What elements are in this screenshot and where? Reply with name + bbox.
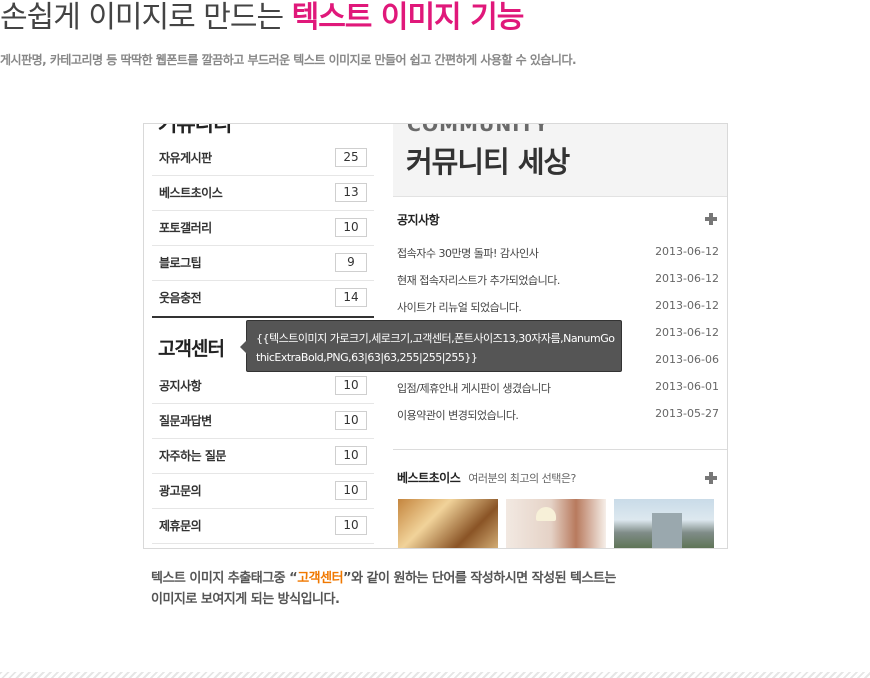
caption-part1: 텍스트 이미지 추출태그중 “ — [151, 571, 298, 586]
sidebar-item-label: 공지사항 — [159, 379, 202, 393]
notice-item-date: 2013-06-12 — [655, 245, 719, 258]
plus-icon[interactable] — [705, 472, 717, 484]
sidebar-item[interactable]: 공지사항 10 — [152, 369, 374, 404]
notice-item-date: 2013-06-12 — [655, 299, 719, 312]
notice-item-date: 2013-06-06 — [655, 353, 719, 366]
community-hero: COMMUNITY 커뮤니티 세상 — [393, 124, 727, 197]
sidebar-community-title: 커뮤니티 — [158, 123, 232, 136]
sidebar-item-label: 블로그팁 — [159, 256, 202, 270]
best-choice-subtitle: 여러분의 최고의 선택은? — [468, 472, 576, 485]
sidebar-item-count: 14 — [335, 288, 367, 307]
best-thumbnail[interactable] — [398, 499, 498, 548]
notice-item-date: 2013-05-27 — [655, 407, 719, 420]
best-thumbnail[interactable] — [614, 499, 714, 548]
sidebar-item-label: 포토갤러리 — [159, 221, 212, 235]
notice-item[interactable]: 이용약관이 변경되었습니다. 2013-05-27 — [393, 401, 727, 427]
sidebar-item-count: 10 — [335, 376, 367, 395]
section-divider — [393, 449, 727, 450]
sidebar-item[interactable]: 웃음충전 14 — [152, 281, 374, 315]
best-choice-title: 베스트초이스 여러분의 최고의 선택은? — [397, 469, 576, 486]
sidebar-item-count: 25 — [335, 148, 367, 167]
bottom-divider — [0, 672, 870, 678]
sidebar-item-label: 질문과답변 — [159, 414, 212, 428]
caption-part2: ”와 같이 원하는 단어를 작성하시면 작성된 텍스트는 — [343, 571, 616, 586]
notice-item-date: 2013-06-12 — [655, 272, 719, 285]
notice-item-date: 2013-06-12 — [655, 326, 719, 339]
headline-plain: 손쉽게 이미지로 만드는 — [0, 0, 292, 35]
sidebar-item-label: 웃음충전 — [159, 291, 202, 305]
sidebar-item-count: 10 — [335, 516, 367, 535]
section-divider — [152, 316, 374, 318]
sidebar-item-count: 10 — [335, 218, 367, 237]
page-subtitle: 게시판명, 카테고리명 등 딱딱한 웹폰트를 깔끔하고 부드러운 텍스트 이미지… — [0, 53, 577, 67]
sidebar-item[interactable]: 제휴문의 10 — [152, 509, 374, 544]
notice-item[interactable]: 사이트가 리뉴얼 되었습니다. 2013-06-12 — [393, 293, 727, 319]
sidebar-item-label: 제휴문의 — [159, 519, 202, 533]
notice-item-title: 사이트가 리뉴얼 되었습니다. — [397, 301, 522, 314]
sidebar-item-label: 자주하는 질문 — [159, 449, 226, 463]
sidebar-item-count: 10 — [335, 411, 367, 430]
headline-accent: 텍스트 이미지 기능 — [291, 0, 525, 35]
plus-icon[interactable] — [705, 213, 717, 225]
sidebar-item-count: 9 — [335, 253, 367, 272]
sidebar-item-label: 광고문의 — [159, 484, 202, 498]
sidebar-support-title: 고객센터 — [158, 338, 225, 360]
building-image — [652, 513, 682, 548]
hero-title: 커뮤니티 세상 — [406, 145, 570, 179]
sidebar-item[interactable]: 질문과답변 10 — [152, 404, 374, 439]
notice-item-title: 현재 접속자리스트가 추가되었습니다. — [397, 274, 560, 287]
sidebar-item-count: 10 — [335, 481, 367, 500]
notice-item[interactable]: 현재 접속자리스트가 추가되었습니다. 2013-06-12 — [393, 266, 727, 292]
sidebar-item[interactable]: 광고문의 10 — [152, 474, 374, 509]
tooltip-arrow — [240, 340, 247, 354]
text-image-tag-tooltip: {{텍스트이미지 가로크기,세로크기,고객센터,폰트사이즈13,30자자름,Na… — [240, 320, 622, 372]
sidebar-item[interactable]: 베스트초이스 13 — [152, 176, 374, 211]
sidebar-item-count: 13 — [335, 183, 367, 202]
notice-item-date: 2013-06-01 — [655, 380, 719, 393]
sidebar-item[interactable]: 자주하는 질문 10 — [152, 439, 374, 474]
notice-item-title: 입점/제휴안내 게시판이 생겼습니다 — [397, 382, 551, 395]
best-thumbnail[interactable] — [506, 499, 606, 548]
notice-item-title: 이용약관이 변경되었습니다. — [397, 409, 519, 422]
sidebar-item-label: 베스트초이스 — [159, 186, 223, 200]
notice-item[interactable]: 입점/제휴안내 게시판이 생겼습니다 2013-06-01 — [393, 374, 727, 400]
notice-title: 공지사항 — [397, 213, 440, 227]
hero-english-title: COMMUNITY — [407, 123, 550, 136]
caption-line2: 이미지로 보여지게 되는 방식입니다. — [151, 592, 340, 607]
notice-item[interactable]: 접속자수 30만명 돌파! 감사인사 2013-06-12 — [393, 239, 727, 265]
sidebar-item-label: 자유게시판 — [159, 151, 212, 165]
caption-highlight: 고객센터 — [297, 571, 344, 586]
sidebar-item-count: 10 — [335, 446, 367, 465]
lamp-image — [536, 507, 556, 521]
sidebar-item[interactable]: 포토갤러리 10 — [152, 211, 374, 246]
page-headline: 손쉽게 이미지로 만드는 텍스트 이미지 기능 — [0, 0, 525, 36]
sidebar-item[interactable]: 블로그팁 9 — [152, 246, 374, 281]
best-choice-heading: 베스트초이스 — [397, 471, 461, 485]
sidebar-item[interactable]: 자유게시판 25 — [152, 141, 374, 176]
tooltip-text: {{텍스트이미지 가로크기,세로크기,고객센터,폰트사이즈13,30자자름,Na… — [256, 332, 615, 364]
notice-item-title: 접속자수 30만명 돌파! 감사인사 — [397, 247, 539, 260]
description-caption: 텍스트 이미지 추출태그중 “고객센터”와 같이 원하는 단어를 작성하시면 작… — [151, 568, 616, 610]
